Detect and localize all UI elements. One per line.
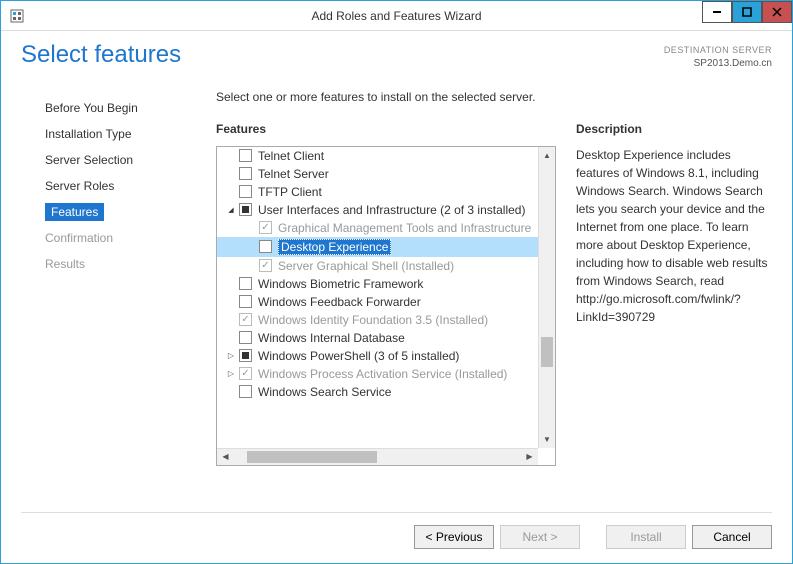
window-controls	[702, 1, 792, 23]
expander-spacer	[225, 332, 237, 344]
tree-item[interactable]: Desktop Experience	[217, 237, 538, 257]
expander-spacer	[225, 150, 237, 162]
checkbox[interactable]	[259, 240, 272, 253]
checkbox	[239, 313, 252, 326]
cancel-button[interactable]: Cancel	[692, 525, 772, 549]
tree-item-label: Telnet Server	[258, 167, 329, 181]
expander-spacer	[225, 314, 237, 326]
horizontal-scrollbar[interactable]: ◀ ▶	[217, 448, 538, 465]
checkbox[interactable]	[239, 185, 252, 198]
sidebar-item-confirmation: Confirmation	[21, 225, 216, 251]
tree-item[interactable]: ◢ User Interfaces and Infrastructure (2 o…	[217, 201, 538, 219]
features-tree[interactable]: Telnet Client Telnet Server TFTP Client ◢ Us…	[216, 146, 556, 466]
tree-item-label: Windows Search Service	[258, 385, 391, 399]
expander-spacer	[225, 186, 237, 198]
checkbox[interactable]	[239, 331, 252, 344]
checkbox	[239, 367, 252, 380]
tree-item-label: Windows Identity Foundation 3.5 (Install…	[258, 313, 488, 327]
titlebar: Add Roles and Features Wizard	[1, 1, 792, 31]
separator	[21, 512, 772, 513]
destination-server-block: DESTINATION SERVER SP2013.Demo.cn	[664, 45, 772, 70]
expander-icon[interactable]: ▷	[225, 350, 237, 362]
tree-item-label: Windows PowerShell (3 of 5 installed)	[258, 349, 459, 363]
tree-item[interactable]: Graphical Management Tools and Infrastru…	[217, 219, 538, 237]
tree-item[interactable]: Telnet Client	[217, 147, 538, 165]
app-icon	[9, 8, 25, 24]
expander-spacer	[225, 386, 237, 398]
tree-item[interactable]: Server Graphical Shell (Installed)	[217, 257, 538, 275]
expander-spacer	[245, 222, 257, 234]
tree-item-label: Windows Process Activation Service (Inst…	[258, 367, 507, 381]
scroll-up-arrow[interactable]: ▲	[539, 147, 555, 164]
checkbox[interactable]	[239, 149, 252, 162]
wizard-footer: < Previous Next > Install Cancel	[414, 525, 772, 549]
sidebar-item-results: Results	[21, 251, 216, 277]
tree-item-label: Windows Biometric Framework	[258, 277, 423, 291]
expander-spacer	[245, 260, 257, 272]
tree-item-label: Telnet Client	[258, 149, 324, 163]
tree-item[interactable]: ▷ Windows PowerShell (3 of 5 installed)	[217, 347, 538, 365]
tree-item-label: Windows Feedback Forwarder	[258, 295, 421, 309]
sidebar-item-server-selection[interactable]: Server Selection	[21, 147, 216, 173]
tree-item[interactable]: Windows Internal Database	[217, 329, 538, 347]
tree-item[interactable]: Windows Search Service	[217, 383, 538, 401]
description-heading: Description	[576, 122, 772, 136]
checkbox[interactable]	[239, 167, 252, 180]
close-button[interactable]	[762, 1, 792, 23]
wizard-sidebar: Before You BeginInstallation TypeServer …	[21, 90, 216, 480]
sidebar-item-label: Features	[45, 203, 104, 221]
features-heading: Features	[216, 122, 556, 136]
checkbox[interactable]	[239, 385, 252, 398]
sidebar-item-installation-type[interactable]: Installation Type	[21, 121, 216, 147]
maximize-button[interactable]	[732, 1, 762, 23]
scroll-down-arrow[interactable]: ▼	[539, 431, 555, 448]
scroll-thumb-h[interactable]	[247, 451, 377, 463]
checkbox[interactable]	[239, 349, 252, 362]
next-button[interactable]: Next >	[500, 525, 580, 549]
expander-spacer	[225, 278, 237, 290]
sidebar-item-features[interactable]: Features	[21, 199, 216, 225]
checkbox[interactable]	[239, 277, 252, 290]
destination-label: DESTINATION SERVER	[664, 45, 772, 57]
destination-server: SP2013.Demo.cn	[664, 57, 772, 70]
expander-icon[interactable]: ◢	[225, 204, 237, 216]
tree-item-label: Graphical Management Tools and Infrastru…	[278, 221, 531, 235]
page-title: Select features	[21, 41, 181, 69]
expander-spacer	[245, 241, 257, 253]
window-title: Add Roles and Features Wizard	[1, 9, 792, 23]
previous-button[interactable]: < Previous	[414, 525, 494, 549]
install-button[interactable]: Install	[606, 525, 686, 549]
tree-item[interactable]: Windows Feedback Forwarder	[217, 293, 538, 311]
scroll-left-arrow[interactable]: ◀	[217, 449, 234, 465]
expander-spacer	[225, 296, 237, 308]
checkbox	[259, 259, 272, 272]
tree-item[interactable]: Windows Identity Foundation 3.5 (Install…	[217, 311, 538, 329]
tree-item[interactable]: Telnet Server	[217, 165, 538, 183]
expander-spacer	[225, 168, 237, 180]
checkbox	[259, 221, 272, 234]
checkbox[interactable]	[239, 203, 252, 216]
scroll-right-arrow[interactable]: ▶	[521, 449, 538, 465]
sidebar-item-before-you-begin[interactable]: Before You Begin	[21, 95, 216, 121]
tree-item[interactable]: ▷ Windows Process Activation Service (Ins…	[217, 365, 538, 383]
tree-item-label: TFTP Client	[258, 185, 322, 199]
tree-item[interactable]: Windows Biometric Framework	[217, 275, 538, 293]
tree-item[interactable]: TFTP Client	[217, 183, 538, 201]
vertical-scrollbar[interactable]: ▲ ▼	[538, 147, 555, 448]
minimize-button[interactable]	[702, 1, 732, 23]
expander-icon[interactable]: ▷	[225, 368, 237, 380]
description-text: Desktop Experience includes features of …	[576, 146, 772, 326]
scroll-thumb[interactable]	[541, 337, 553, 367]
tree-item-label: Windows Internal Database	[258, 331, 405, 345]
tree-item-label: User Interfaces and Infrastructure (2 of…	[258, 203, 525, 217]
instruction-text: Select one or more features to install o…	[216, 90, 556, 104]
checkbox[interactable]	[239, 295, 252, 308]
tree-item-label: Desktop Experience	[278, 239, 391, 255]
sidebar-item-server-roles[interactable]: Server Roles	[21, 173, 216, 199]
tree-item-label: Server Graphical Shell (Installed)	[278, 259, 454, 273]
